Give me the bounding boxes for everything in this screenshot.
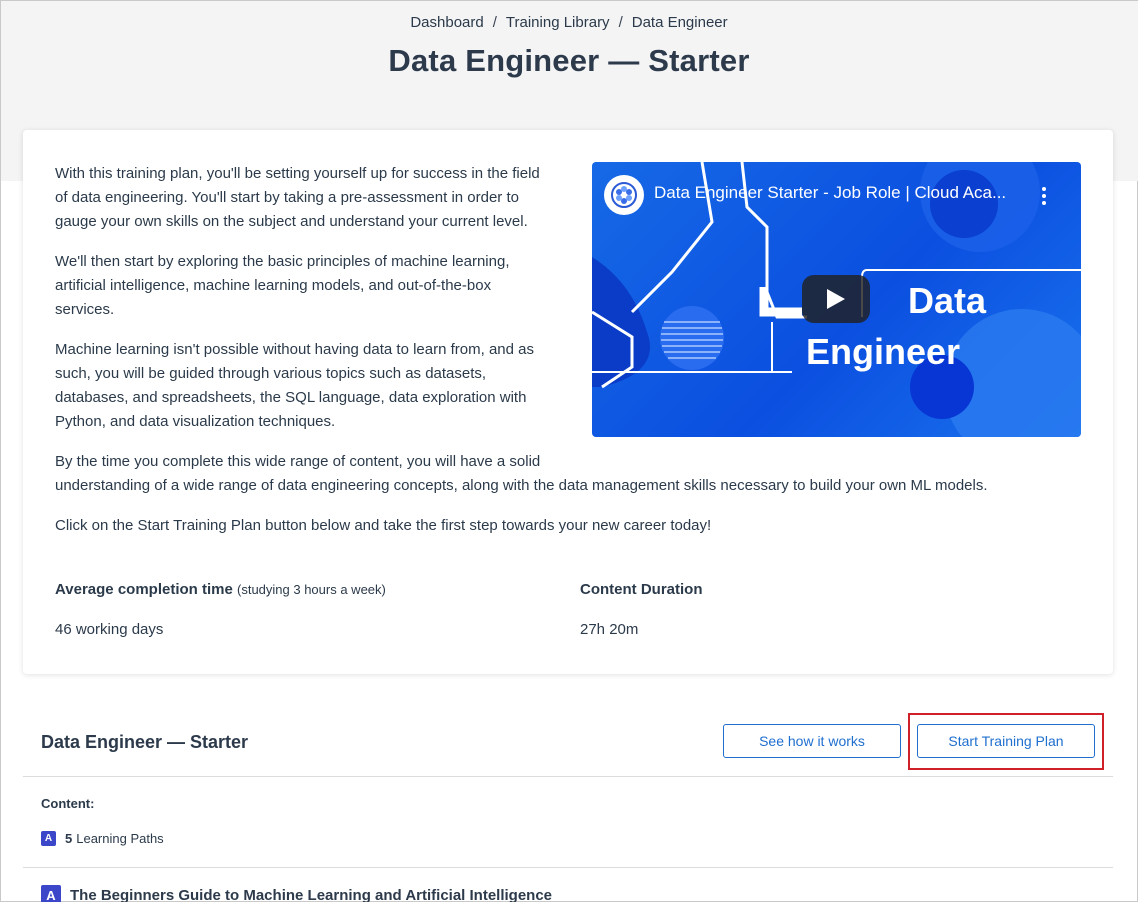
content-duration-label: Content Duration bbox=[580, 581, 703, 598]
more-vert-icon[interactable] bbox=[1036, 184, 1052, 208]
learning-path-item[interactable]: A The Beginners Guide to Machine Learnin… bbox=[41, 885, 552, 902]
content-label: Content: bbox=[41, 796, 95, 811]
text-line: databases, and spreadsheets, the SQL lan… bbox=[55, 389, 527, 406]
text-line: Machine learning isn't possible without … bbox=[55, 341, 534, 358]
learning-path-icon: A bbox=[41, 885, 61, 902]
overview-card: With this training plan, you'll be setti… bbox=[23, 130, 1113, 674]
video-player[interactable]: Data Engineer Starter - Job Role | Cloud… bbox=[592, 162, 1081, 437]
cloud-academy-logo-icon[interactable] bbox=[604, 175, 644, 215]
highlight-box bbox=[908, 713, 1104, 770]
completion-time-label-text: Average completion time bbox=[55, 581, 233, 598]
text-line: services. bbox=[55, 301, 115, 318]
see-how-it-works-button[interactable]: See how it works bbox=[723, 724, 901, 758]
text-line: Python, and data visualization technique… bbox=[55, 413, 336, 430]
page-title: Data Engineer — Starter bbox=[388, 43, 750, 78]
video-overlay-text: Engineer bbox=[806, 331, 961, 372]
description-paragraph-3: Machine learning isn't possible without … bbox=[55, 338, 534, 434]
completion-time-note: (studying 3 hours a week) bbox=[237, 582, 386, 597]
description-paragraph-5: Click on the Start Training Plan button … bbox=[55, 514, 711, 538]
play-button[interactable] bbox=[802, 275, 870, 323]
text-line: such, you will be guided through various… bbox=[55, 365, 487, 382]
learning-path-title[interactable]: The Beginners Guide to Machine Learning … bbox=[70, 887, 552, 902]
description-paragraph-2: We'll then start by exploring the basic … bbox=[55, 250, 510, 322]
content-duration-value: 27h 20m bbox=[580, 621, 639, 638]
learning-path-icon: A bbox=[41, 831, 56, 846]
text-line: We'll then start by exploring the basic … bbox=[55, 253, 510, 270]
text-line: of data engineering. You'll start by tak… bbox=[55, 189, 519, 206]
video-title[interactable]: Data Engineer Starter - Job Role | Cloud… bbox=[654, 183, 1006, 203]
breadcrumb-separator: / bbox=[492, 14, 497, 31]
learning-paths-count: A 5 Learning Paths bbox=[41, 831, 164, 846]
learning-paths-number: 5 bbox=[65, 831, 73, 846]
text-line: Click on the Start Training Plan button … bbox=[55, 517, 712, 534]
breadcrumb-data-engineer: Data Engineer bbox=[631, 14, 728, 31]
divider bbox=[23, 776, 1113, 777]
breadcrumb-separator: / bbox=[618, 14, 623, 31]
video-overlay-text: Data bbox=[908, 280, 987, 321]
completion-time-label: Average completion time (studying 3 hour… bbox=[55, 581, 386, 598]
text-line: artificial intelligence, machine learnin… bbox=[55, 277, 492, 294]
description-paragraph-4: By the time you complete this wide range… bbox=[55, 450, 988, 498]
description-paragraph-1: With this training plan, you'll be setti… bbox=[55, 162, 540, 234]
learning-paths-label: Learning Paths bbox=[76, 831, 164, 846]
text-line: gauge your own skills on the subject and… bbox=[55, 213, 528, 230]
divider bbox=[23, 867, 1113, 868]
breadcrumb: Dashboard / Training Library / Data Engineer bbox=[1, 14, 1137, 31]
text-line: With this training plan, you'll be setti… bbox=[55, 165, 540, 182]
text-line: By the time you complete this wide range… bbox=[55, 453, 541, 470]
plan-title: Data Engineer — Starter bbox=[41, 732, 249, 752]
breadcrumb-dashboard[interactable]: Dashboard bbox=[410, 14, 483, 31]
play-icon bbox=[827, 289, 845, 309]
text-line: understanding of a wide range of data en… bbox=[55, 477, 988, 494]
breadcrumb-training-library[interactable]: Training Library bbox=[506, 14, 610, 31]
completion-time-value: 46 working days bbox=[55, 621, 164, 638]
